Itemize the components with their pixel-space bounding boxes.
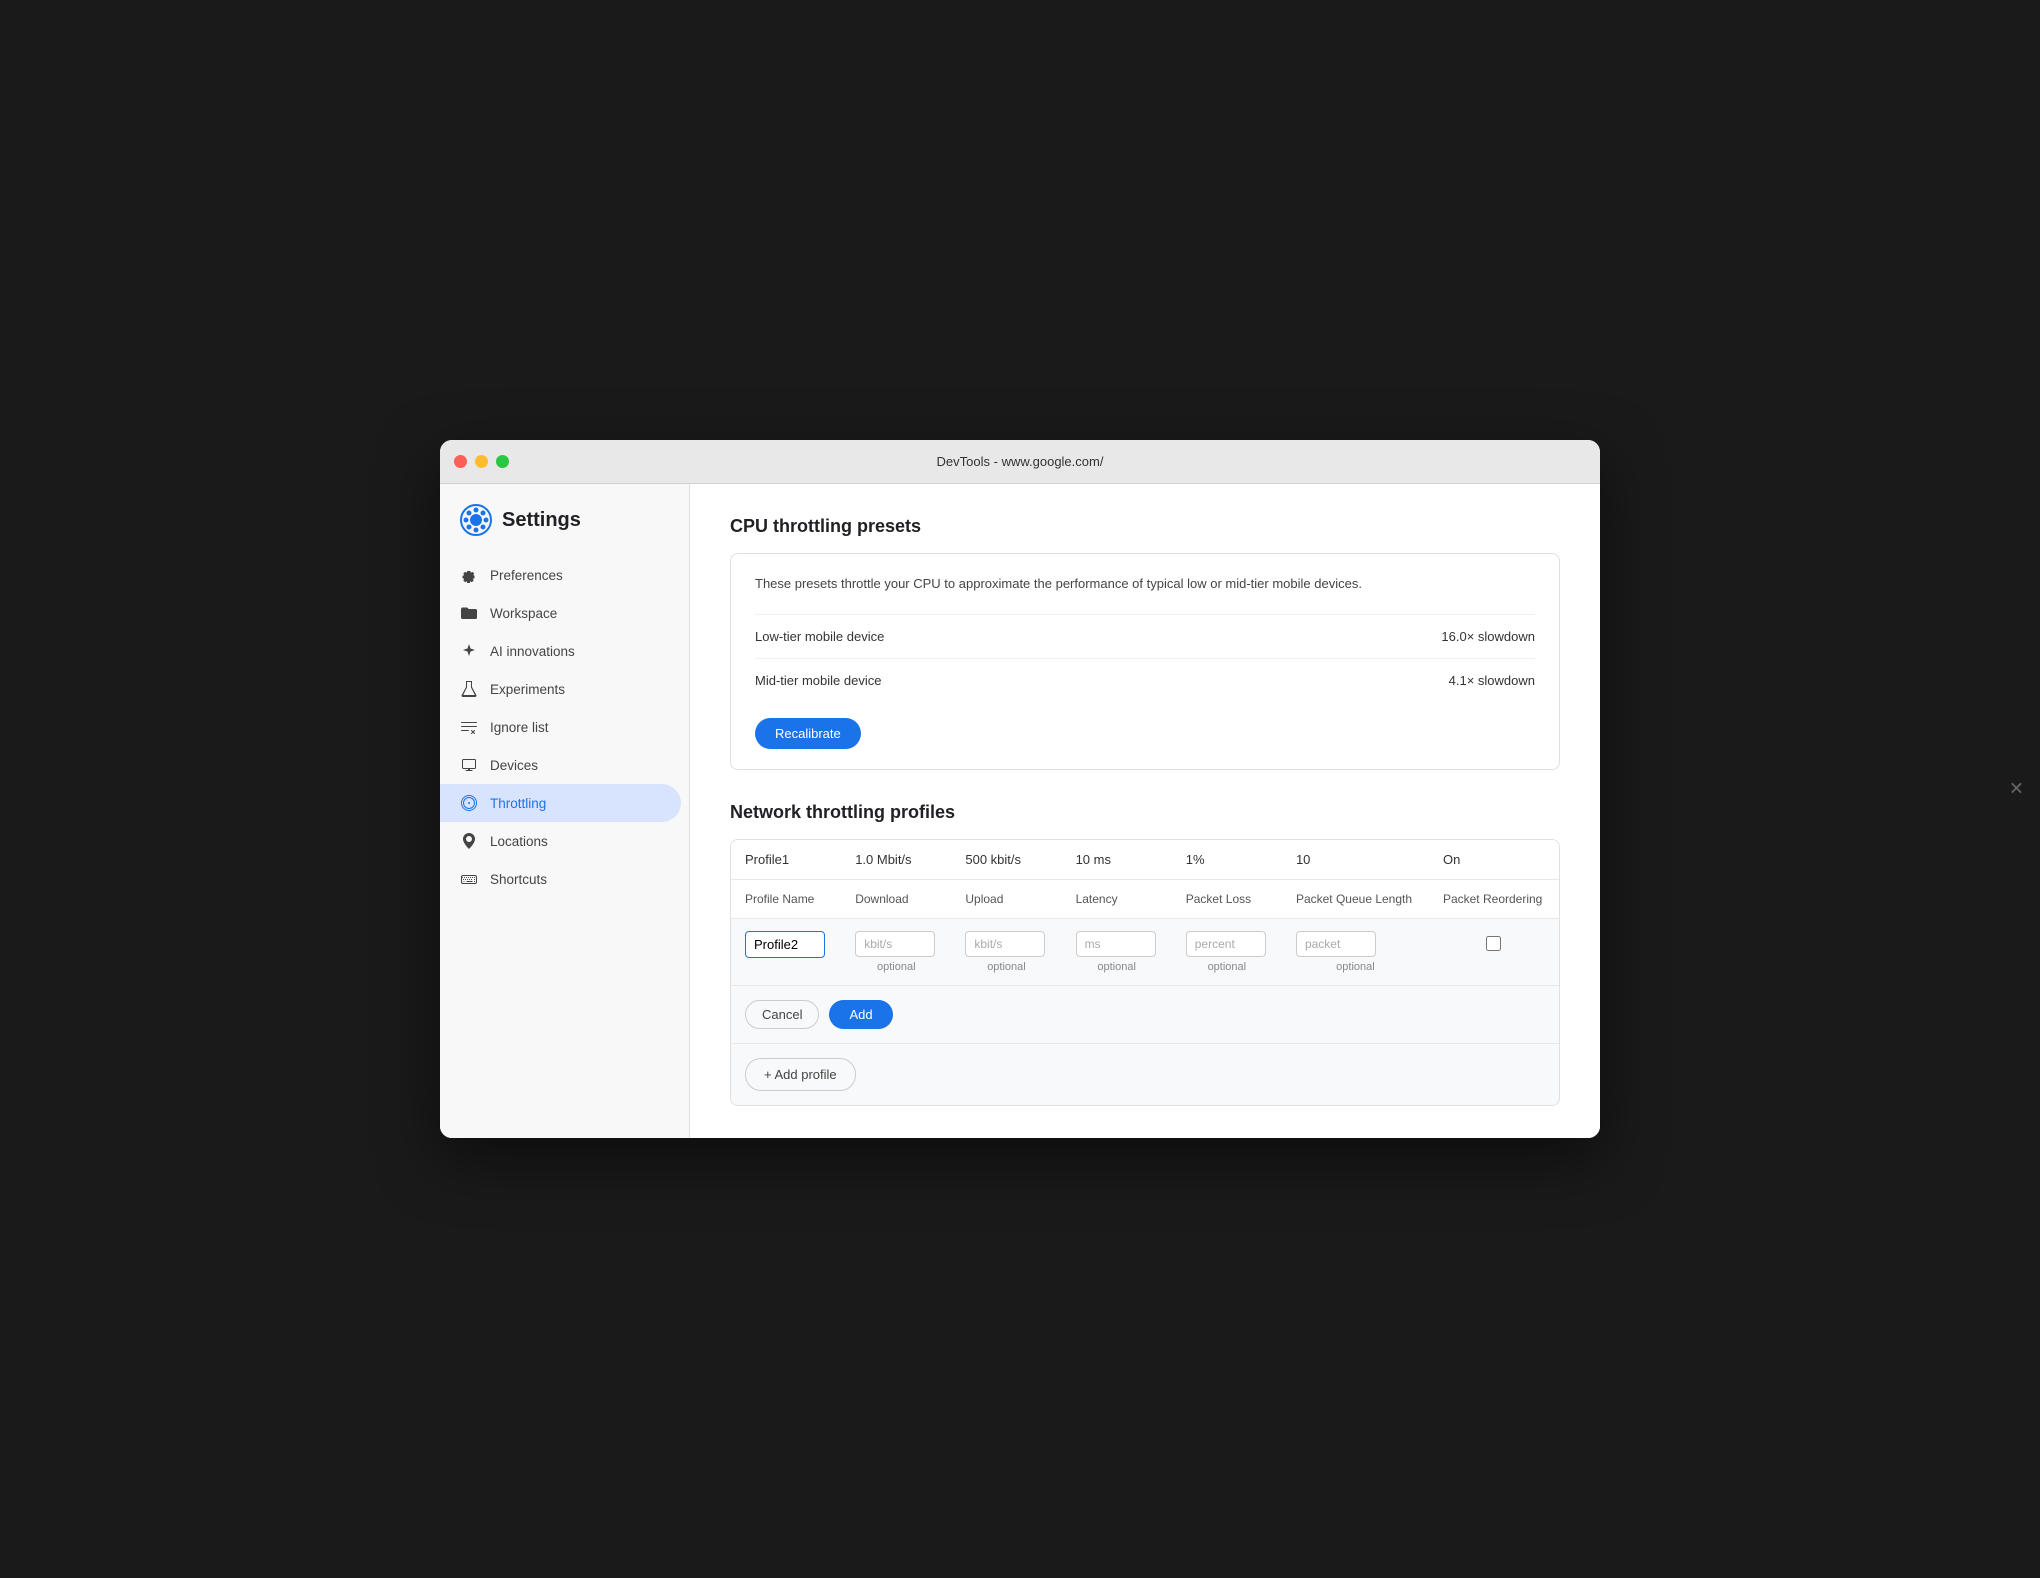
sidebar-item-ignore-list[interactable]: Ignore list xyxy=(440,708,681,746)
shortcuts-label: Shortcuts xyxy=(490,872,547,887)
download-cell: optional xyxy=(841,918,951,985)
col-profile-name: Profile Name xyxy=(731,879,841,918)
sidebar-header: Settings xyxy=(440,504,689,556)
add-profile-button[interactable]: + Add profile xyxy=(745,1058,856,1091)
sidebar: Settings Preferences xyxy=(440,484,690,1138)
table-header-row: Profile Name Download Upload Latency Pac… xyxy=(731,879,1559,918)
download-input[interactable] xyxy=(855,931,935,957)
latency-hint: optional xyxy=(1076,961,1158,973)
low-tier-value: 16.0× slowdown xyxy=(1441,629,1535,644)
workspace-label: Workspace xyxy=(490,606,557,621)
mid-tier-row: Mid-tier mobile device 4.1× slowdown xyxy=(755,658,1535,702)
settings-logo-icon xyxy=(460,504,492,536)
minimize-button[interactable] xyxy=(475,455,488,468)
window-title: DevTools - www.google.com/ xyxy=(937,454,1104,469)
profile1-download: 1.0 Mbit/s xyxy=(841,840,951,880)
new-profile-input-row: optional optional optional xyxy=(731,918,1559,985)
upload-hint: optional xyxy=(965,961,1047,973)
preset-description: These presets throttle your CPU to appro… xyxy=(755,574,1535,594)
latency-cell: optional xyxy=(1062,918,1172,985)
col-download: Download xyxy=(841,879,951,918)
ignore-list-label: Ignore list xyxy=(490,720,549,735)
pin-icon xyxy=(460,832,478,850)
latency-input[interactable] xyxy=(1076,931,1156,957)
sparkle-icon xyxy=(460,642,478,660)
sidebar-item-preferences[interactable]: Preferences xyxy=(440,556,681,594)
profile1-packet-queue: 10 xyxy=(1282,840,1429,880)
folder-icon xyxy=(460,604,478,622)
sidebar-title: Settings xyxy=(502,509,581,532)
sidebar-item-devices[interactable]: Devices xyxy=(440,746,681,784)
packet-queue-input[interactable] xyxy=(1296,931,1376,957)
close-button[interactable] xyxy=(454,455,467,468)
low-tier-label: Low-tier mobile device xyxy=(755,629,884,644)
packet-reorder-cell xyxy=(1429,918,1559,985)
profile1-packet-loss: 1% xyxy=(1172,840,1282,880)
upload-cell: optional xyxy=(951,918,1061,985)
col-latency: Latency xyxy=(1062,879,1172,918)
col-packet-queue: Packet Queue Length xyxy=(1282,879,1429,918)
action-row: Cancel Add xyxy=(731,986,1559,1043)
packet-loss-hint: optional xyxy=(1186,961,1268,973)
packet-reorder-checkbox[interactable] xyxy=(1486,936,1501,951)
existing-profile-row: Profile1 1.0 Mbit/s 500 kbit/s 10 ms 1% … xyxy=(731,840,1559,880)
sidebar-item-ai-innovations[interactable]: AI innovations xyxy=(440,632,681,670)
preferences-label: Preferences xyxy=(490,568,563,583)
new-profile-name-cell xyxy=(731,918,841,985)
col-packet-loss: Packet Loss xyxy=(1172,879,1282,918)
cpu-preset-card: These presets throttle your CPU to appro… xyxy=(730,553,1560,770)
profile-table: Profile1 1.0 Mbit/s 500 kbit/s 10 ms 1% … xyxy=(731,840,1559,1044)
devices-label: Devices xyxy=(490,758,538,773)
devtools-window: DevTools - www.google.com/ Settings xyxy=(440,440,1600,1138)
sidebar-item-experiments[interactable]: Experiments xyxy=(440,670,681,708)
sidebar-nav: Preferences Workspace xyxy=(440,556,689,898)
keyboard-icon xyxy=(460,870,478,888)
upload-input[interactable] xyxy=(965,931,1045,957)
sidebar-item-shortcuts[interactable]: Shortcuts xyxy=(440,860,681,898)
profile-name-input[interactable] xyxy=(745,931,825,958)
mid-tier-label: Mid-tier mobile device xyxy=(755,673,881,688)
sidebar-item-workspace[interactable]: Workspace xyxy=(440,594,681,632)
sidebar-item-locations[interactable]: Locations xyxy=(440,822,681,860)
packet-queue-hint: optional xyxy=(1296,961,1415,973)
titlebar: DevTools - www.google.com/ xyxy=(440,440,1600,484)
profile1-name: Profile1 xyxy=(731,840,841,880)
profile1-upload: 500 kbit/s xyxy=(951,840,1061,880)
download-hint: optional xyxy=(855,961,937,973)
network-section-title: Network throttling profiles xyxy=(730,802,1560,823)
traffic-lights xyxy=(454,455,509,468)
cpu-section-title: CPU throttling presets xyxy=(730,516,1560,537)
locations-label: Locations xyxy=(490,834,548,849)
packet-loss-cell: optional xyxy=(1172,918,1282,985)
add-profile-label: + Add profile xyxy=(764,1067,837,1082)
experiments-label: Experiments xyxy=(490,682,565,697)
cancel-button[interactable]: Cancel xyxy=(745,1000,819,1029)
mid-tier-value: 4.1× slowdown xyxy=(1449,673,1535,688)
action-cell: Cancel Add xyxy=(731,985,1559,1043)
network-throttling-card: Profile1 1.0 Mbit/s 500 kbit/s 10 ms 1% … xyxy=(730,839,1560,1106)
col-packet-reorder: Packet Reordering xyxy=(1429,879,1559,918)
profile1-latency: 10 ms xyxy=(1062,840,1172,880)
throttling-label: Throttling xyxy=(490,796,546,811)
action-row-tr: Cancel Add xyxy=(731,985,1559,1043)
devices-icon xyxy=(460,756,478,774)
list-x-icon xyxy=(460,718,478,736)
main-content: ✕ CPU throttling presets These presets t… xyxy=(690,484,1600,1138)
low-tier-row: Low-tier mobile device 16.0× slowdown xyxy=(755,614,1535,658)
ai-innovations-label: AI innovations xyxy=(490,644,575,659)
profile1-packet-reorder: On xyxy=(1429,840,1559,880)
maximize-button[interactable] xyxy=(496,455,509,468)
throttle-icon xyxy=(460,794,478,812)
packet-loss-input[interactable] xyxy=(1186,931,1266,957)
sidebar-item-throttling[interactable]: Throttling xyxy=(440,784,681,822)
flask-icon xyxy=(460,680,478,698)
content-area: Settings Preferences xyxy=(440,484,1600,1138)
col-upload: Upload xyxy=(951,879,1061,918)
recalibrate-button[interactable]: Recalibrate xyxy=(755,718,861,749)
add-button[interactable]: Add xyxy=(829,1000,892,1029)
gear-icon xyxy=(460,566,478,584)
packet-queue-cell: optional xyxy=(1282,918,1429,985)
